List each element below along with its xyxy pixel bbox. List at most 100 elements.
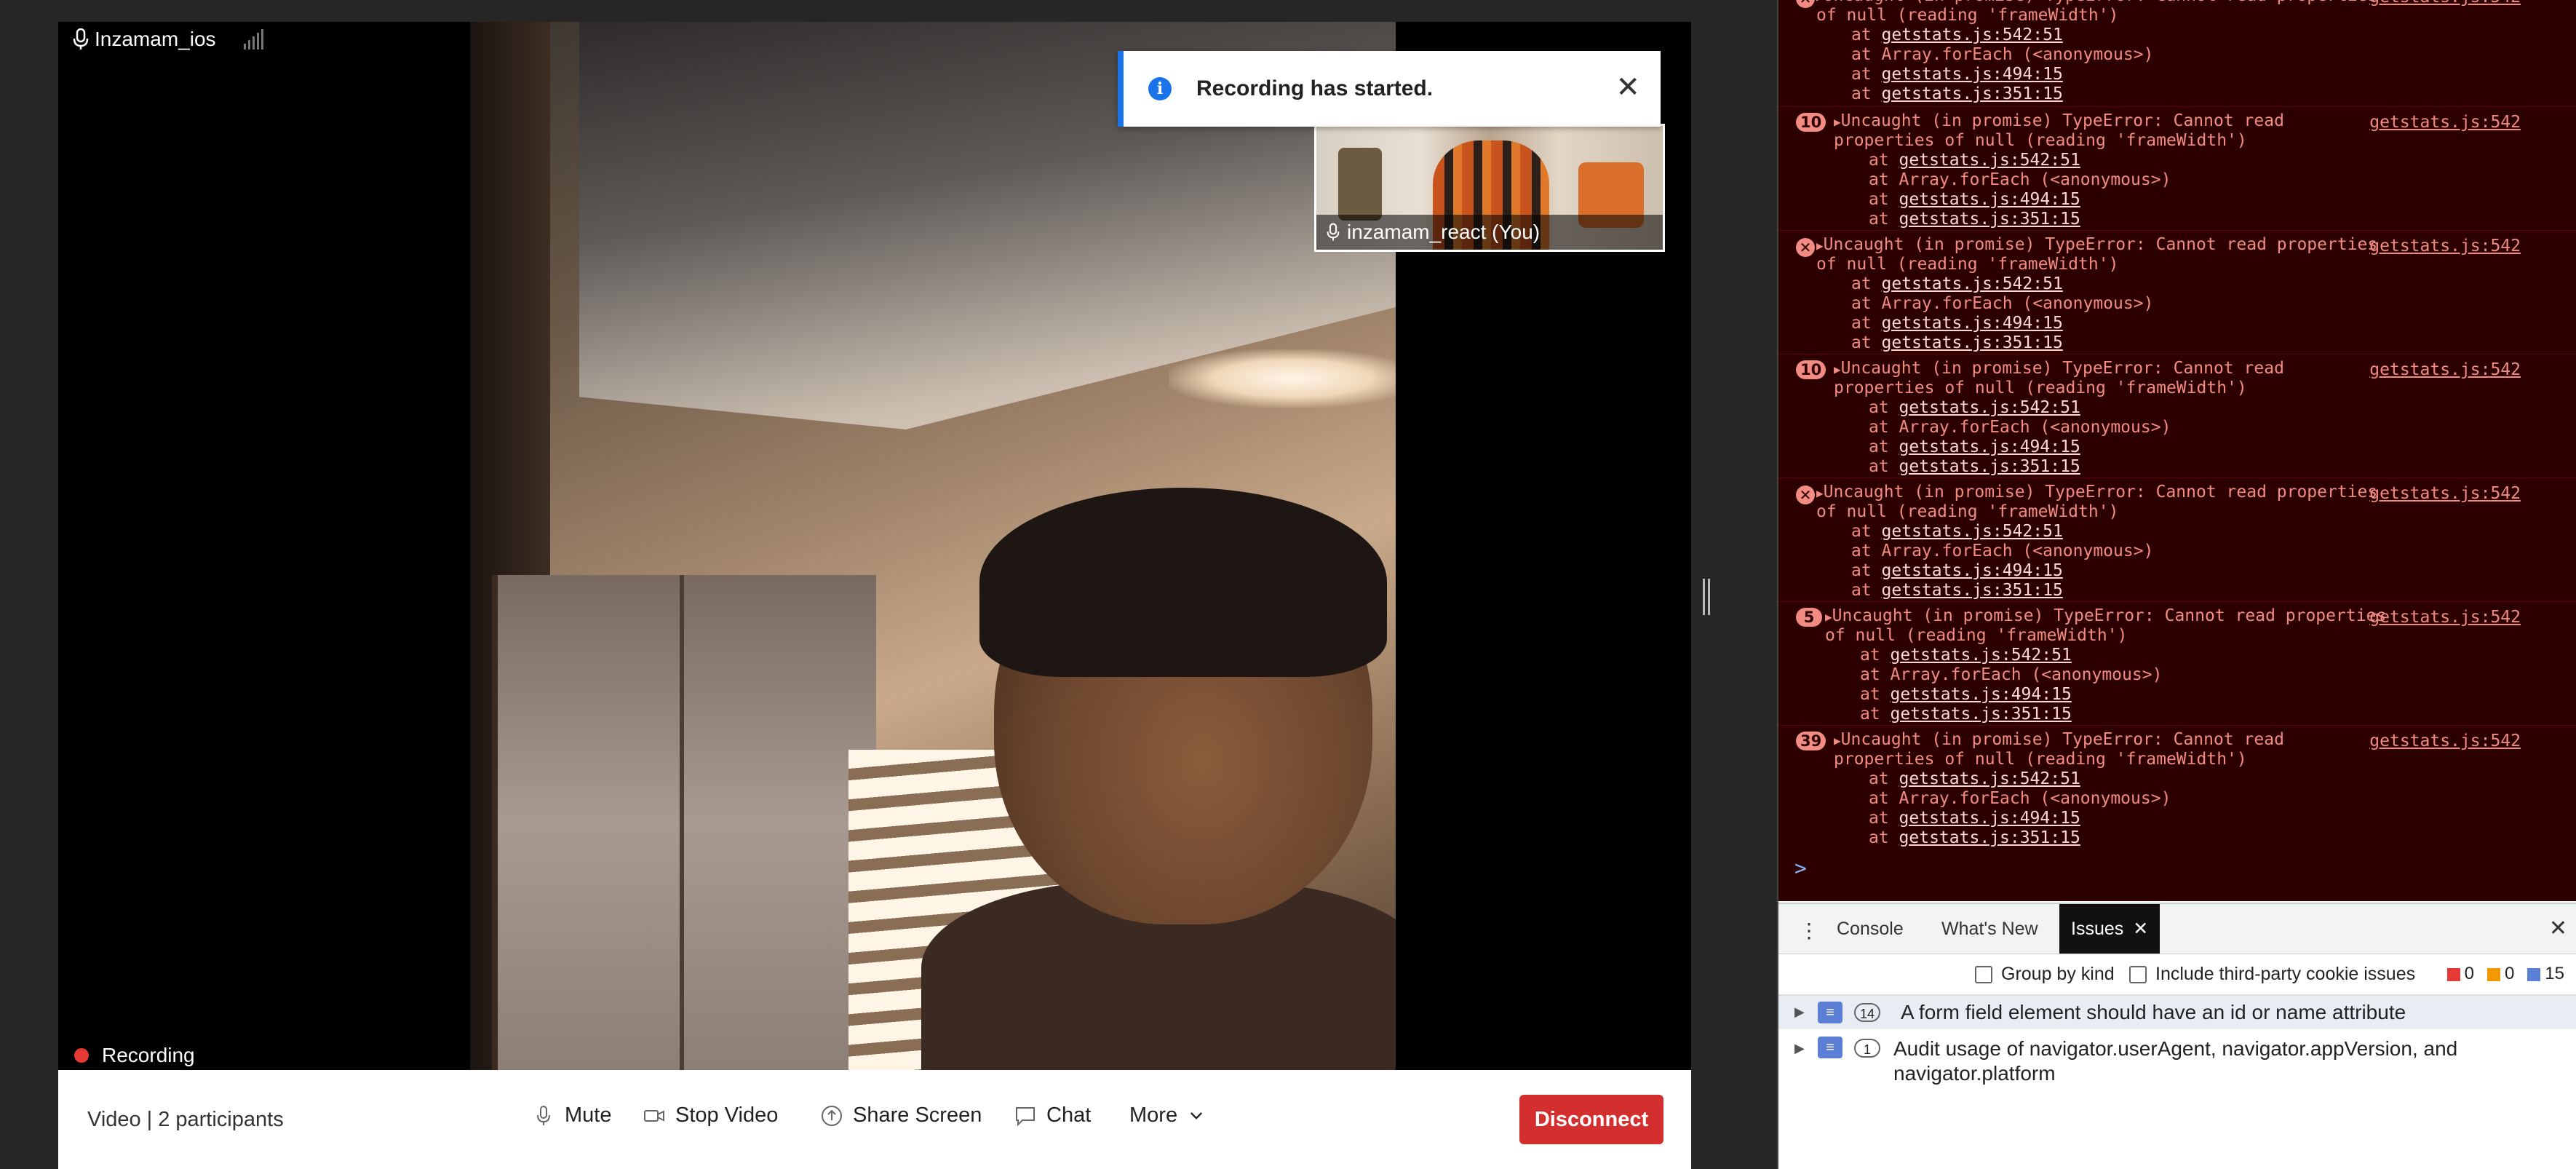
tab-issues[interactable]: Issues ✕	[2059, 904, 2160, 954]
stack-frame[interactable]: at getstats.js:494:15	[1851, 65, 2063, 84]
issue-row[interactable]: ▶ ≡ 1 Audit usage of navigator.userAgent…	[1778, 1037, 2576, 1092]
stack-link[interactable]: getstats.js:351:15	[1882, 333, 2063, 352]
mute-label: Mute	[565, 1103, 612, 1127]
stack-link[interactable]: getstats.js:542:51	[1899, 769, 2080, 788]
expand-triangle-icon[interactable]: ▶	[1816, 239, 1824, 253]
disconnect-button[interactable]: Disconnect	[1519, 1095, 1663, 1144]
stop-video-button[interactable]: Stop Video	[643, 1103, 778, 1128]
devtools-panel: ✕ ▶Uncaught (in promise) TypeError: Canno…	[1777, 0, 2576, 1169]
expand-triangle-icon[interactable]: ▶	[1834, 734, 1841, 748]
self-view-tile[interactable]: inzamam_react (You)	[1314, 124, 1665, 252]
source-link[interactable]: getstats.js:542	[2369, 237, 2521, 255]
stack-frame[interactable]: at getstats.js:494:15	[1851, 561, 2063, 581]
issue-row[interactable]: ▶ ≡ 14 A form field element should have …	[1778, 996, 2576, 1029]
source-link[interactable]: getstats.js:542	[2369, 0, 2521, 7]
stack-frame[interactable]: at getstats.js:351:15	[1869, 457, 2080, 477]
console-error-entry[interactable]: 39 ▶Uncaught (in promise) TypeError: Cann…	[1778, 725, 2576, 849]
kebab-menu-icon[interactable]: ⋮	[1799, 919, 1819, 943]
stack-frame[interactable]: at getstats.js:542:51	[1860, 646, 2072, 665]
expand-triangle-icon[interactable]: ▶	[1834, 115, 1841, 129]
error-message-cont: properties of null (reading 'frameWidth'…	[1834, 379, 2247, 397]
source-link[interactable]: getstats.js:542	[2369, 113, 2521, 132]
stack-frame[interactable]: at getstats.js:494:15	[1869, 190, 2080, 210]
stack-frame: at Array.forEach (<anonymous>)	[1869, 170, 2171, 189]
stack-link[interactable]: getstats.js:494:15	[1882, 314, 2063, 333]
stack-link[interactable]: getstats.js:351:15	[1899, 457, 2080, 476]
stack-frame[interactable]: at getstats.js:351:15	[1851, 333, 2063, 353]
info-icon: i	[1148, 77, 1172, 100]
stack-frame[interactable]: at getstats.js:351:15	[1869, 828, 2080, 848]
chat-button[interactable]: Chat	[1014, 1103, 1091, 1128]
stack-link[interactable]: getstats.js:351:15	[1882, 581, 2063, 600]
console-error-entry[interactable]: 5 ▶Uncaught (in promise) TypeError: Canno…	[1778, 601, 2576, 726]
console-error-entry[interactable]: ✕▶Uncaught (in promise) TypeError: Canno…	[1778, 0, 2576, 106]
stack-link[interactable]: getstats.js:494:15	[1891, 685, 2072, 704]
stack-frame[interactable]: at getstats.js:351:15	[1851, 581, 2063, 601]
console-error-entry[interactable]: ✕▶Uncaught (in promise) TypeError: Canno…	[1778, 230, 2576, 354]
stack-frame[interactable]: at getstats.js:351:15	[1851, 84, 2063, 104]
stack-frame[interactable]: at getstats.js:494:15	[1869, 437, 2080, 457]
source-link[interactable]: getstats.js:542	[2369, 360, 2521, 379]
stack-frame[interactable]: at getstats.js:542:51	[1851, 25, 2063, 45]
stack-link[interactable]: getstats.js:542:51	[1899, 151, 2080, 170]
error-message: ▶Uncaught (in promise) TypeError: Cannot…	[1816, 483, 2378, 502]
microphone-icon	[73, 28, 89, 49]
panel-resize-handle[interactable]	[1703, 579, 1710, 615]
stack-link[interactable]: getstats.js:542:51	[1882, 25, 2063, 44]
stack-link[interactable]: getstats.js:494:15	[1899, 190, 2080, 209]
stack-link[interactable]: getstats.js:351:15	[1899, 210, 2080, 229]
stack-link[interactable]: getstats.js:351:15	[1882, 84, 2063, 103]
console-prompt[interactable]: >	[1794, 856, 1807, 880]
stack-link[interactable]: getstats.js:351:15	[1899, 828, 2080, 847]
group-by-kind-checkbox[interactable]: Group by kind	[1975, 964, 2115, 985]
stack-link[interactable]: getstats.js:351:15	[1891, 705, 2072, 724]
stack-frame[interactable]: at getstats.js:494:15	[1869, 809, 2080, 828]
expand-triangle-icon[interactable]: ▶	[1816, 486, 1824, 500]
issues-toolbar: Group by kind Include third-party cookie…	[1778, 952, 2576, 996]
stack-link[interactable]: getstats.js:542:51	[1882, 522, 2063, 541]
expand-triangle-icon[interactable]: ▶	[1794, 1041, 1805, 1056]
expand-triangle-icon[interactable]: ▶	[1816, 0, 1824, 4]
tab-whats-new[interactable]: What's New	[1930, 904, 2050, 954]
console-error-entry[interactable]: ✕▶Uncaught (in promise) TypeError: Canno…	[1778, 477, 2576, 602]
console-error-entry[interactable]: 10 ▶Uncaught (in promise) TypeError: Cann…	[1778, 354, 2576, 478]
stack-link[interactable]: getstats.js:542:51	[1891, 646, 2072, 665]
close-icon[interactable]: ✕	[1615, 73, 1640, 102]
third-party-checkbox[interactable]: Include third-party cookie issues	[2129, 964, 2415, 985]
console-error-entry[interactable]: 10 ▶Uncaught (in promise) TypeError: Cann…	[1778, 106, 2576, 231]
expand-triangle-icon[interactable]: ▶	[1825, 610, 1832, 624]
stack-frame[interactable]: at getstats.js:542:51	[1851, 522, 2063, 542]
stack-frame[interactable]: at getstats.js:351:15	[1869, 210, 2080, 229]
stack-link[interactable]: getstats.js:494:15	[1899, 809, 2080, 828]
mute-button[interactable]: Mute	[533, 1103, 611, 1128]
stack-link[interactable]: getstats.js:494:15	[1882, 65, 2063, 84]
stack-frame[interactable]: at getstats.js:542:51	[1851, 274, 2063, 294]
expand-triangle-icon[interactable]: ▶	[1794, 1004, 1805, 1020]
stack-link[interactable]: getstats.js:494:15	[1899, 437, 2080, 456]
tab-console[interactable]: Console	[1825, 904, 1915, 954]
stack-frame[interactable]: at getstats.js:542:51	[1869, 769, 2080, 789]
more-button[interactable]: More	[1129, 1103, 1205, 1128]
stack-frame[interactable]: at getstats.js:542:51	[1869, 398, 2080, 418]
stack-link[interactable]: getstats.js:542:51	[1882, 274, 2063, 293]
stack-frame[interactable]: at getstats.js:542:51	[1869, 151, 2080, 170]
stack-frame: at Array.forEach (<anonymous>)	[1851, 542, 2154, 560]
stack-frame[interactable]: at getstats.js:351:15	[1860, 705, 2072, 724]
close-icon[interactable]: ✕	[2133, 919, 2148, 939]
stack-frame: at Array.forEach (<anonymous>)	[1860, 665, 2163, 684]
share-screen-button[interactable]: Share Screen	[821, 1103, 982, 1128]
source-link[interactable]: getstats.js:542	[2369, 732, 2521, 750]
expand-triangle-icon[interactable]: ▶	[1834, 362, 1841, 376]
source-link[interactable]: getstats.js:542	[2369, 484, 2521, 503]
recording-indicator: Recording	[74, 1044, 195, 1067]
stack-link[interactable]: getstats.js:494:15	[1882, 561, 2063, 580]
issue-count-badge: 1	[1854, 1039, 1880, 1058]
checkbox-icon	[2129, 965, 2147, 983]
stack-frame[interactable]: at getstats.js:494:15	[1851, 314, 2063, 333]
tab-issues-label: Issues	[2071, 919, 2124, 939]
error-count: 0	[2446, 964, 2474, 984]
stack-frame[interactable]: at getstats.js:494:15	[1860, 685, 2072, 705]
source-link[interactable]: getstats.js:542	[2369, 608, 2521, 627]
close-drawer-icon[interactable]: ✕	[2549, 916, 2567, 941]
stack-link[interactable]: getstats.js:542:51	[1899, 398, 2080, 417]
